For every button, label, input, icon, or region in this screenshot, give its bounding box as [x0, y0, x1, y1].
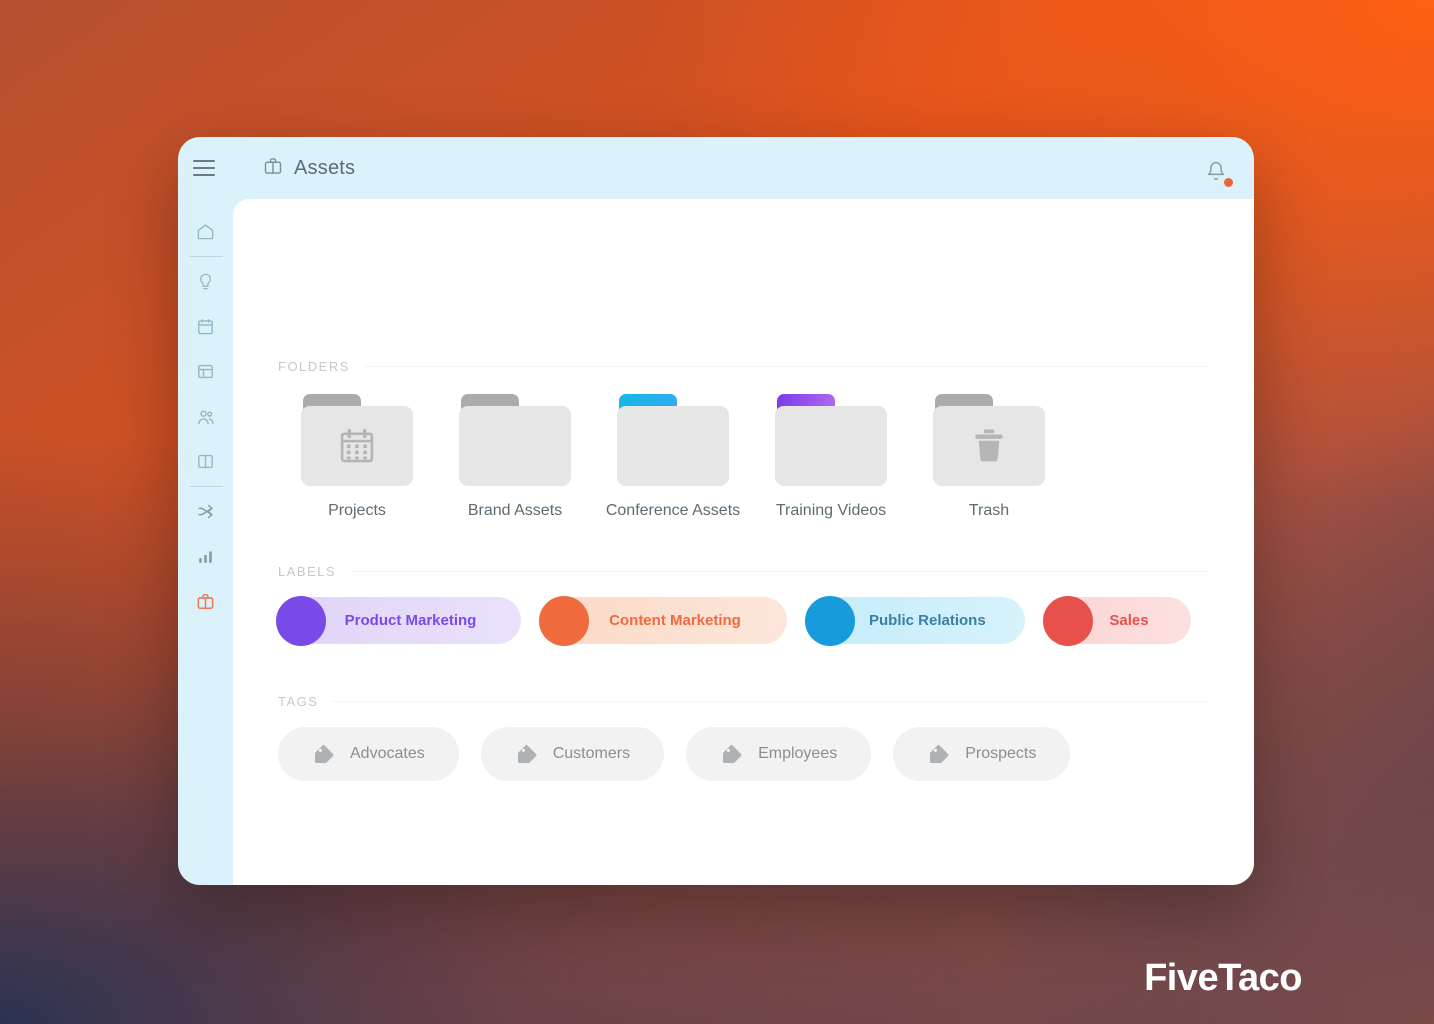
- sidebar-item-home[interactable]: [186, 209, 226, 254]
- users-icon: [197, 409, 214, 424]
- labels-section-title: LABELS: [278, 564, 337, 579]
- folder-label: Trash: [968, 502, 1010, 519]
- tag-pill[interactable]: Advocates: [278, 727, 459, 781]
- lightbulb-icon: [200, 273, 211, 290]
- label-text: Public Relations: [869, 612, 986, 629]
- book-icon: [198, 454, 213, 469]
- sidebar-divider-1: [188, 256, 223, 257]
- notification-dot: [1224, 178, 1233, 187]
- folder-item[interactable]: Conference Assets: [594, 394, 752, 520]
- tag-icon: [315, 745, 334, 764]
- section-divider: [332, 701, 1209, 702]
- page-title-group: Assets: [263, 156, 355, 181]
- tag-icon: [723, 745, 742, 764]
- folder-label: Conference Assets: [605, 502, 741, 519]
- folders-section-title: FOLDERS: [278, 359, 350, 374]
- tag-text: Employees: [758, 745, 838, 762]
- label-pill[interactable]: Content Marketing: [539, 595, 787, 646]
- sidebar-item-calendar[interactable]: [186, 304, 226, 349]
- label-pill[interactable]: Product Marketing: [276, 595, 521, 646]
- folder-label: Projects: [328, 502, 386, 519]
- layout-icon: [198, 364, 213, 379]
- top-bar: Assets: [178, 137, 1254, 199]
- label-color-dot: [1043, 595, 1093, 646]
- sidebar-divider-2: [188, 486, 223, 487]
- section-divider: [363, 366, 1209, 367]
- folder-label: Training Videos: [775, 502, 887, 519]
- app-window: Assets FOLDERS Projects Brand Assets Con…: [178, 137, 1254, 885]
- label-pill[interactable]: Sales: [1043, 595, 1191, 646]
- folder-item[interactable]: Training Videos: [752, 394, 910, 520]
- folders-grid: Projects Brand Assets Conference Assets: [278, 394, 1209, 520]
- tags-list: Advocates Customers Employees Prospects: [278, 727, 1209, 781]
- folder-icon: [301, 394, 413, 486]
- folder-body: [775, 406, 887, 486]
- label-text: Content Marketing: [609, 612, 741, 629]
- content-panel: FOLDERS Projects Brand Assets Conference…: [233, 199, 1254, 885]
- shuffle-icon: [198, 504, 213, 519]
- folder-icon: [933, 394, 1045, 486]
- tags-section-title: TAGS: [278, 694, 319, 709]
- label-color-dot: [276, 595, 326, 646]
- hamburger-icon[interactable]: [193, 160, 215, 176]
- trash-icon: [933, 406, 1045, 486]
- tag-pill[interactable]: Prospects: [893, 727, 1071, 781]
- bar-chart-icon: [199, 551, 212, 563]
- bell-icon[interactable]: [1206, 161, 1233, 187]
- tag-pill[interactable]: Employees: [686, 727, 872, 781]
- folder-item[interactable]: Brand Assets: [436, 394, 594, 520]
- tag-text: Prospects: [965, 745, 1037, 762]
- label-pill[interactable]: Public Relations: [805, 595, 1025, 646]
- labels-section-header: LABELS: [278, 564, 1209, 579]
- folder-icon: [459, 394, 571, 486]
- sidebar-item-library[interactable]: [186, 439, 226, 484]
- labels-section: LABELS Product Marketing Content Marketi…: [276, 564, 1209, 646]
- folders-section: FOLDERS Projects Brand Assets Conference…: [278, 359, 1209, 520]
- folder-label: Brand Assets: [467, 502, 563, 519]
- folder-item[interactable]: Trash: [910, 394, 1068, 520]
- tags-section-header: TAGS: [278, 694, 1209, 709]
- tags-section: TAGS Advocates Customers Employees Prosp…: [278, 694, 1209, 781]
- sidebar-item-ideas[interactable]: [186, 259, 226, 304]
- folder-body: [459, 406, 571, 486]
- folder-item[interactable]: Projects: [278, 394, 436, 520]
- sidebar-item-layout[interactable]: [186, 349, 226, 394]
- label-color-dot: [539, 595, 589, 646]
- sidebar-item-assets[interactable]: [186, 579, 226, 624]
- fivetaco-watermark: FiveTaco: [1144, 957, 1302, 999]
- tag-icon: [517, 745, 537, 764]
- sidebar-item-people[interactable]: [186, 394, 226, 439]
- briefcase-icon: [197, 594, 214, 609]
- tag-pill[interactable]: Customers: [480, 727, 665, 781]
- home-icon: [197, 224, 214, 240]
- tag-text: Customers: [552, 745, 631, 762]
- folder-icon: [775, 394, 887, 486]
- folder-icon: [617, 394, 729, 486]
- briefcase-icon: [263, 156, 283, 181]
- calendar-icon: [301, 406, 413, 486]
- folders-section-header: FOLDERS: [278, 359, 1209, 374]
- label-text: Sales: [1109, 612, 1149, 629]
- folder-body: [617, 406, 729, 486]
- section-divider: [350, 571, 1209, 572]
- label-text: Product Marketing: [344, 612, 477, 629]
- calendar-icon: [198, 319, 213, 335]
- page-title: Assets: [294, 156, 356, 179]
- sidebar-item-analytics[interactable]: [186, 534, 226, 579]
- sidebar: [178, 199, 233, 885]
- tag-text: Advocates: [350, 745, 425, 762]
- labels-list: Product Marketing Content Marketing Publ…: [276, 595, 1209, 646]
- sidebar-item-shuffle[interactable]: [186, 489, 226, 534]
- tag-icon: [930, 745, 949, 764]
- label-color-dot: [805, 595, 855, 646]
